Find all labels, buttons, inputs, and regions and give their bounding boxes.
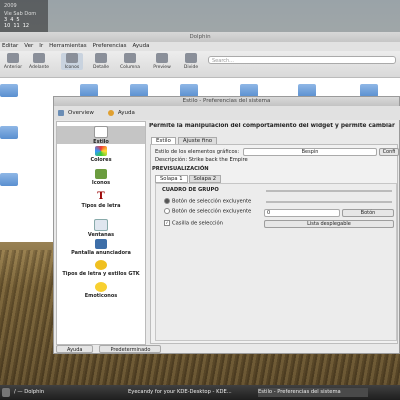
task-dolphin[interactable]: / — Dolphin — [14, 388, 114, 397]
sidebar-item-colores[interactable]: Colores — [57, 146, 145, 164]
radio-icon — [164, 208, 170, 214]
checkbox-icon: ✓ — [164, 220, 170, 226]
windows-icon — [94, 219, 108, 231]
preview-slider[interactable] — [266, 190, 392, 192]
estilo-titlebar[interactable]: Estilo - Preferencias del sistema — [54, 97, 399, 106]
estilo-window: Estilo - Preferencias del sistema Overvi… — [53, 96, 400, 354]
style-panel: Estilo de los elementos gráficos: Bespin… — [150, 144, 399, 344]
splash-icon — [95, 239, 107, 249]
help-button[interactable]: Ayuda — [118, 110, 135, 116]
clock-weekdays: Vie Sab Dom — [4, 11, 37, 17]
folder-icon[interactable] — [0, 84, 18, 97]
configure-button[interactable]: Confi — [379, 148, 399, 156]
search-input[interactable]: Search... — [208, 56, 396, 64]
overview-icon — [58, 110, 64, 116]
calendar-day[interactable]: 12 — [23, 23, 29, 29]
calendar-row: 10 11 12 — [4, 23, 48, 29]
defaults-button[interactable]: Predeterminado — [99, 345, 162, 353]
icons-view-icon — [66, 53, 78, 63]
radio-option-2[interactable]: Botón de selección excluyente — [164, 208, 251, 215]
menu-preferencias[interactable]: Preferencias — [93, 42, 127, 51]
gtk-icon — [95, 260, 107, 270]
menu-herramientas[interactable]: Herramientas — [49, 42, 86, 51]
menu-ayuda[interactable]: Ayuda — [133, 42, 150, 51]
widget-style-label: Estilo de los elementos gráficos: — [155, 149, 240, 155]
radio-icon — [164, 198, 170, 204]
preview-button[interactable]: Botón — [342, 209, 394, 217]
dolphin-titlebar[interactable]: Dolphin — [0, 32, 400, 42]
split-icon — [185, 53, 197, 63]
back-button[interactable]: Anterior — [2, 53, 24, 70]
task-estilo[interactable]: Estilo - Preferencias del sistema — [258, 388, 368, 397]
sidebar-item-ventanas[interactable]: Ventanas — [57, 219, 145, 238]
tab-solapa-1[interactable]: Solapa 1 — [155, 175, 188, 183]
style-description: Descripción: Strike back the Empire — [155, 157, 248, 163]
checkbox-option[interactable]: ✓ Casilla de selección — [164, 220, 223, 227]
widget-style-select[interactable]: Bespin — [243, 148, 377, 156]
sidebar-item-gtk[interactable]: Tipos de letra y estilos GTK — [57, 260, 145, 278]
colors-icon — [95, 146, 107, 156]
sidebar-item-pantalla-anunciadora[interactable]: Pantalla anunciadora — [57, 239, 145, 257]
preview-button[interactable]: Preview — [151, 53, 173, 70]
folder-icon[interactable] — [0, 126, 18, 139]
back-arrow-icon — [7, 53, 19, 63]
menu-editar[interactable]: Editar — [2, 42, 18, 51]
menu-ver[interactable]: Ver — [24, 42, 33, 51]
icons-view-button[interactable]: Iconos — [61, 53, 83, 70]
overview-button[interactable]: Overview — [68, 110, 94, 116]
help-icon — [107, 110, 114, 116]
estilo-toolbar: Overview Ayuda — [54, 106, 400, 120]
sidebar-item-tipos-de-letra[interactable]: T Tipos de letra — [57, 192, 145, 210]
sidebar-item-iconos[interactable]: Iconos — [57, 169, 145, 187]
details-view-icon — [95, 53, 107, 63]
style-icon — [94, 126, 108, 138]
sidebar-item-estilo[interactable]: Estilo — [57, 126, 145, 145]
radio-option-1[interactable]: Botón de selección excluyente — [164, 198, 251, 205]
split-button[interactable]: Divide — [180, 53, 202, 70]
columns-view-button[interactable]: Columna — [119, 53, 141, 70]
preview-subtabs: Solapa 1 Solapa 2 — [155, 175, 222, 183]
clock-year: 2009 — [4, 3, 17, 9]
dialog-buttons: Ayuda Predeterminado — [56, 345, 399, 353]
spin-box[interactable]: 0 — [264, 209, 340, 217]
dropdown-list[interactable]: Lista desplegable — [264, 220, 394, 228]
help-dialog-button[interactable]: Ayuda — [56, 345, 94, 353]
icons-icon — [95, 169, 107, 179]
preview-area: CUADRO DE GRUPO Botón de selección exclu… — [155, 183, 397, 341]
preview-slider-2[interactable] — [266, 201, 392, 203]
calendar-day[interactable]: 11 — [13, 23, 19, 29]
folder-icon[interactable] — [0, 173, 18, 186]
dolphin-menubar: Editar Ver Ir Herramientas Preferencias … — [0, 42, 400, 51]
tab-solapa-2[interactable]: Solapa 2 — [188, 175, 222, 183]
taskbar: / — Dolphin Eyecandy for your KDE-Deskto… — [0, 385, 400, 400]
font-icon: T — [97, 191, 105, 202]
calendar-day[interactable]: 10 — [4, 23, 10, 29]
details-view-button[interactable]: Detalle — [90, 53, 112, 70]
sidebar-item-emoticonos[interactable]: Emoticonos — [57, 282, 145, 300]
kmenu-icon[interactable] — [2, 388, 10, 397]
category-sidebar: Estilo Colores Iconos T Tipos de letra Ve… — [56, 121, 146, 345]
columns-view-icon — [124, 53, 136, 63]
task-browser[interactable]: Eyecandy for your KDE-Desktop - KDE... — [128, 388, 250, 397]
group-box-label: CUADRO DE GRUPO — [162, 187, 219, 193]
smiley-icon — [95, 282, 107, 292]
forward-arrow-icon — [33, 53, 45, 63]
forward-button[interactable]: Adelante — [28, 53, 50, 70]
preview-icon — [156, 53, 168, 63]
page-description: Permite la manipulación del comportamien… — [149, 123, 397, 129]
menu-ir[interactable]: Ir — [39, 42, 43, 51]
preview-heading: PREVISUALIZACIÓN — [152, 166, 209, 172]
